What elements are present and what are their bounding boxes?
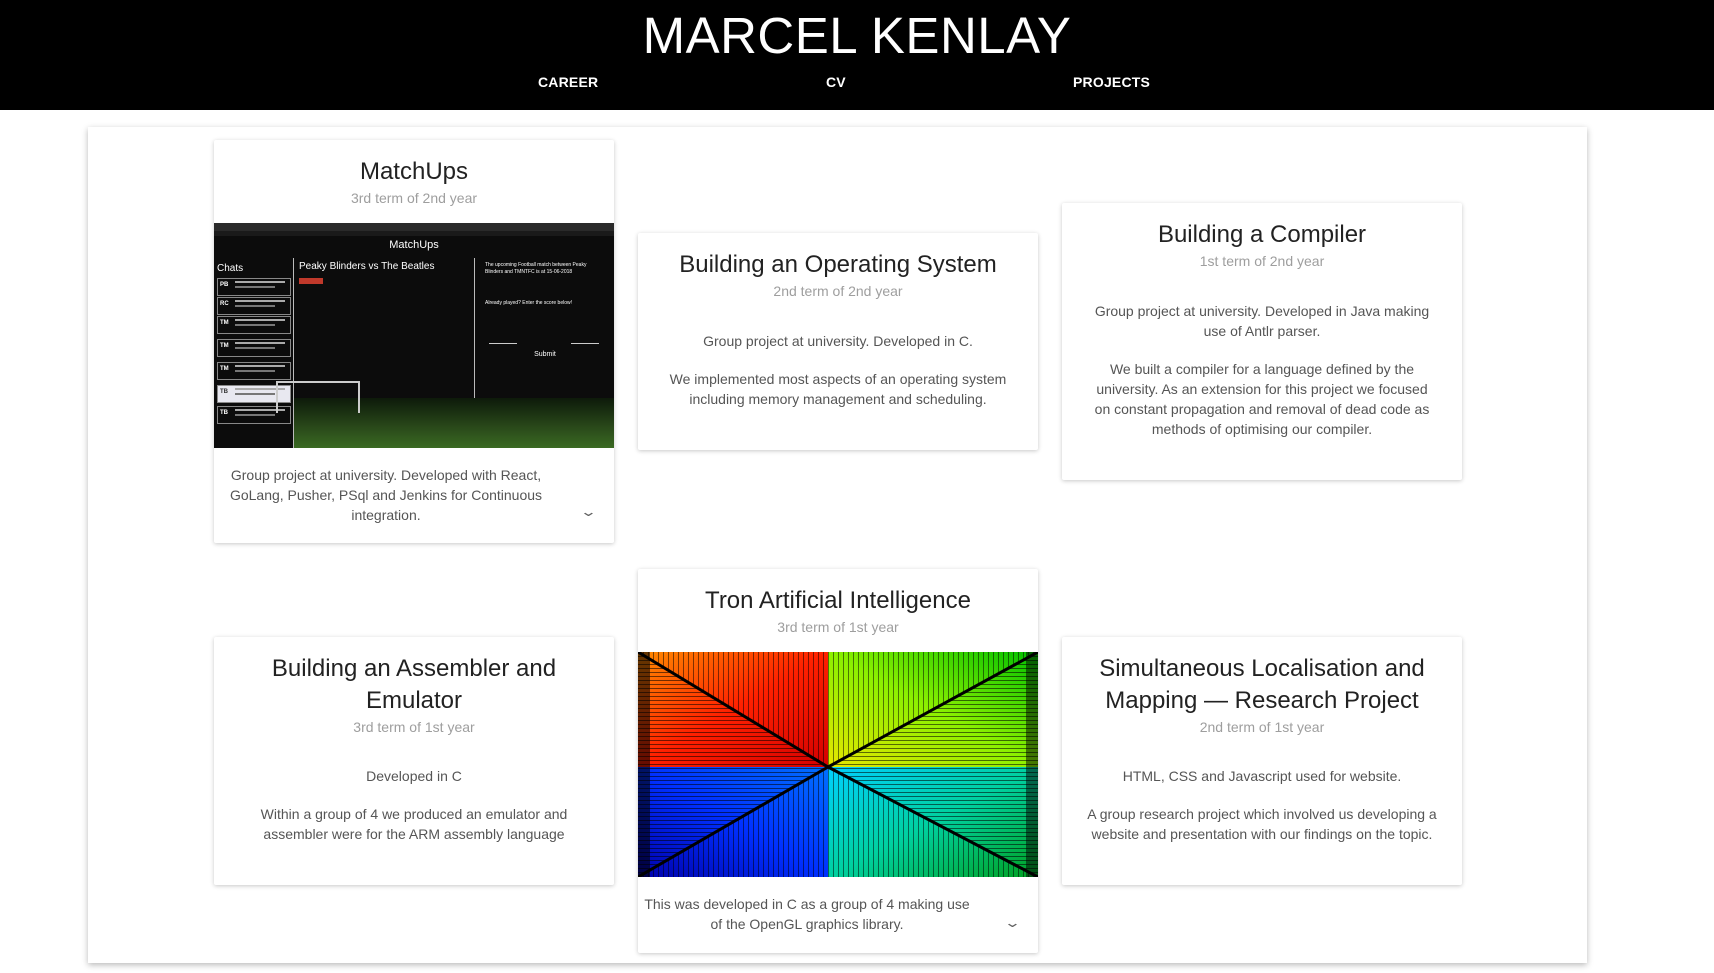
screenshot-match-title: Peaky Blinders vs The Beatles [299,261,435,272]
card-description: Group project at university. Developed w… [229,467,543,523]
screenshot-chats-label: Chats [217,263,244,274]
project-card-tron-ai[interactable]: Tron Artificial Intelligence 3rd term of… [638,569,1038,953]
site-title: MARCEL KENLAY [642,7,1072,64]
card-description: This was developed in C as a group of 4 … [644,896,970,932]
card-term: 1st term of 2nd year [1199,253,1325,269]
card-term: 2nd term of 1st year [1199,719,1325,735]
project-card-slam-research[interactable]: Simultaneous Localisation and Mapping — … [1062,637,1462,885]
nav-link-cv[interactable]: CV [826,74,846,90]
card-title: Simultaneous Localisation and Mapping — … [1099,655,1425,714]
card-description: Developed in C Within a group of 4 we pr… [260,768,568,842]
screenshot-prompt: Already played? Enter the score below! [485,300,572,306]
project-card-matchups[interactable]: MatchUps 3rd term of 2nd year MatchUps C… [214,140,614,543]
chevron-down-icon[interactable]: ⌄ [580,504,597,520]
card-description: Group project at university. Developed i… [669,333,1007,407]
screenshot-submit: Submit [534,351,556,358]
chevron-down-icon[interactable]: ⌄ [1004,915,1021,931]
card-description: Group project at university. Developed i… [1094,303,1430,437]
matchups-screenshot: MatchUps Chats PB RC TM TM TM TB TB Peak… [214,223,614,448]
card-title: Building an Assembler and Emulator [271,655,557,714]
screenshot-match-info: The upcoming Football match between Peak… [485,262,587,275]
nav-link-career[interactable]: CAREER [538,74,598,90]
tron-game-image [638,652,1038,877]
card-term: 3rd term of 1st year [353,719,475,735]
card-term: 2nd term of 2nd year [773,283,903,299]
card-term: 3rd term of 1st year [777,619,899,635]
card-title: Tron Artificial Intelligence [705,587,971,614]
site-header: MARCEL KENLAY CAREER CV PROJECTS [0,0,1714,110]
card-title: Building a Compiler [1157,221,1367,248]
nav-link-projects[interactable]: PROJECTS [1073,74,1150,90]
screenshot-app-title: MatchUps [389,239,439,251]
project-card-assembler-emulator[interactable]: Building an Assembler and Emulator 3rd t… [214,637,614,885]
card-title: MatchUps [359,158,469,185]
project-card-compiler[interactable]: Building a Compiler 1st term of 2nd year… [1062,203,1462,480]
card-description: HTML, CSS and Javascript used for websit… [1087,768,1437,842]
card-term: 3rd term of 2nd year [350,190,478,206]
project-card-operating-system[interactable]: Building an Operating System 2nd term of… [638,233,1038,450]
card-title: Building an Operating System [679,251,997,278]
